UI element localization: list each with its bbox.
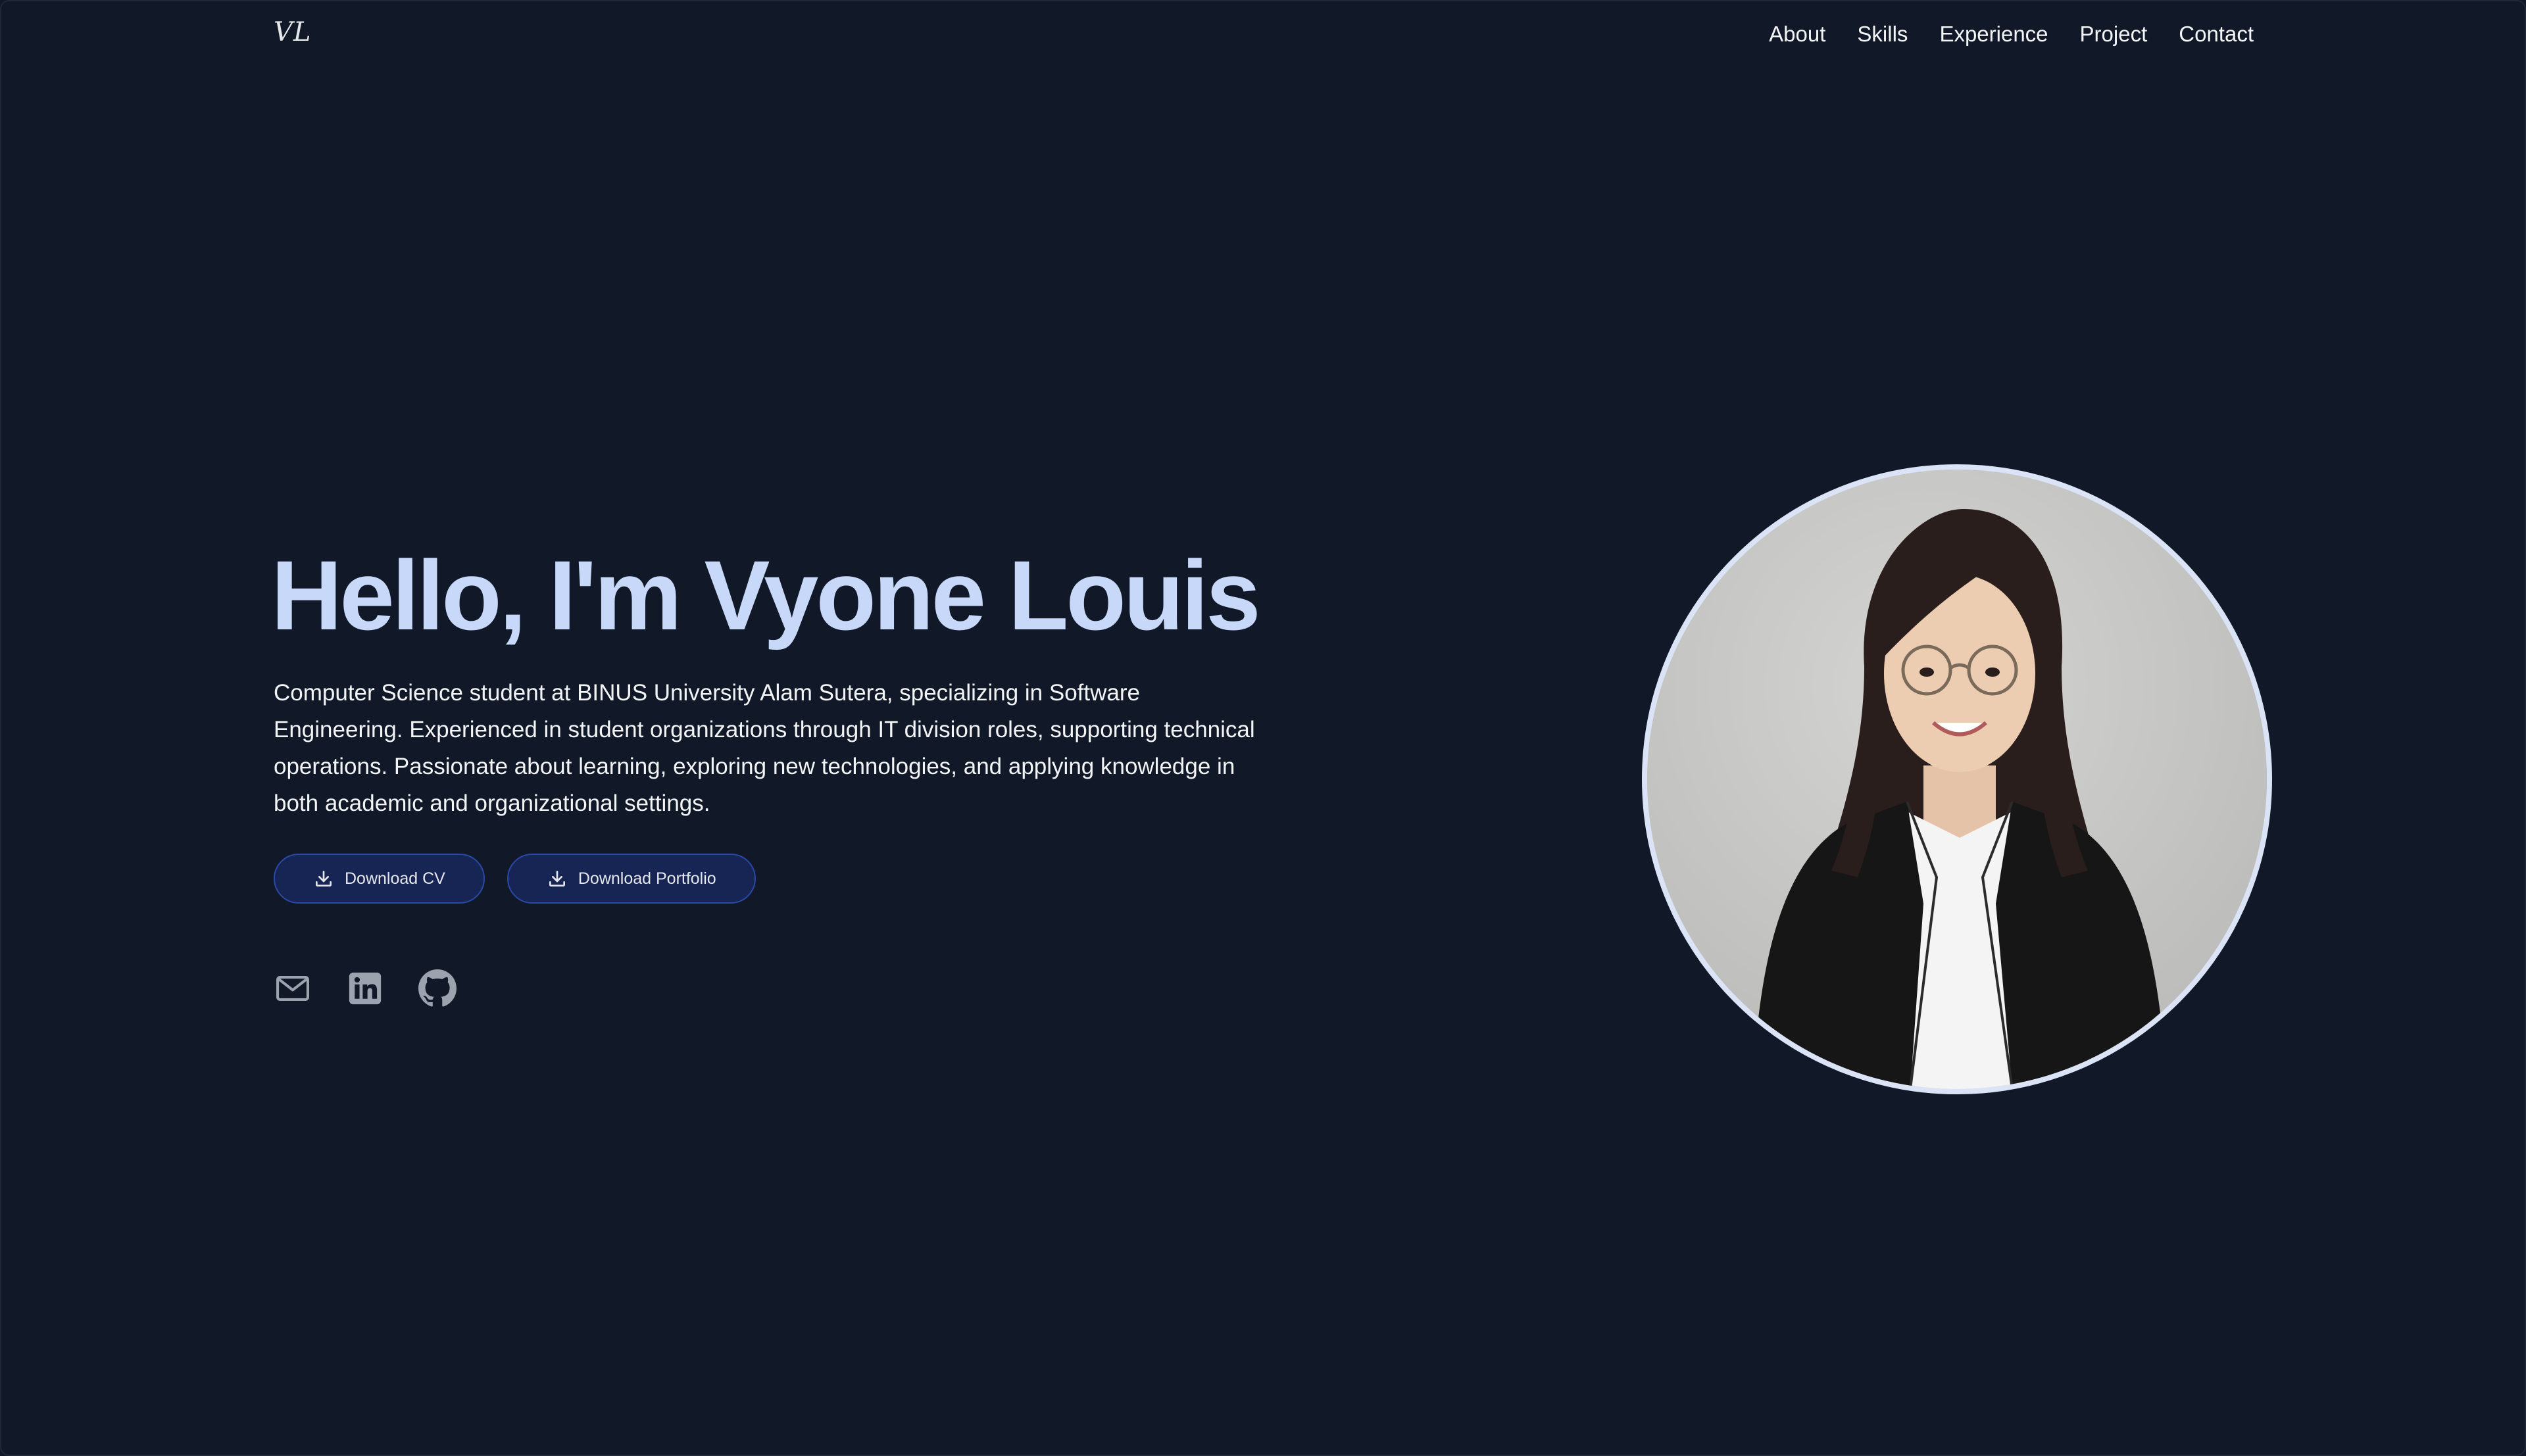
profile-photo-illustration [1647,470,2267,1089]
site-logo[interactable]: VL [274,17,311,47]
linkedin-icon[interactable] [346,969,384,1007]
main-nav: About Skills Experience Project Contact [1769,18,2254,50]
download-icon [313,868,334,889]
download-cv-button[interactable]: Download CV [274,854,485,904]
hero-title: Hello, I'm Vyone Louis [271,540,1261,650]
mail-icon[interactable] [274,969,312,1007]
nav-skills-link[interactable]: Skills [1857,18,1908,50]
nav-contact-link[interactable]: Contact [2179,18,2254,50]
download-portfolio-label: Download Portfolio [578,869,716,888]
github-icon[interactable] [418,969,457,1007]
hero-description: Computer Science student at BINUS Univer… [274,680,1255,816]
nav-about-link[interactable]: About [1769,18,1825,50]
nav-project-link[interactable]: Project [2080,18,2148,50]
social-links [274,969,457,1007]
download-buttons: Download CV Download Portfolio [274,854,756,904]
download-cv-label: Download CV [345,869,445,888]
download-portfolio-button[interactable]: Download Portfolio [507,854,756,904]
download-icon [547,868,568,889]
profile-photo [1642,464,2272,1094]
nav-experience-link[interactable]: Experience [1939,18,2048,50]
